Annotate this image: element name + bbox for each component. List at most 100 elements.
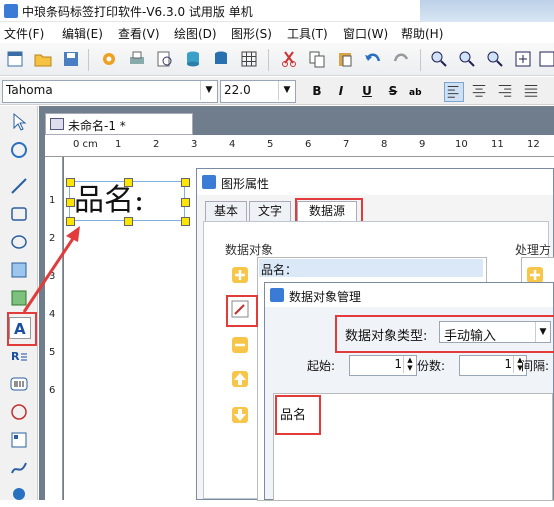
line-tool-icon[interactable]: [9, 176, 29, 196]
rotate-icon[interactable]: [9, 140, 29, 160]
dialog-header: 数据对象管理: [265, 283, 553, 307]
open-folder-icon[interactable]: [34, 50, 52, 68]
rich-text-tool-icon[interactable]: R: [9, 346, 29, 366]
underline-button[interactable]: U: [358, 82, 376, 100]
redo-icon[interactable]: [392, 50, 410, 68]
resize-handle[interactable]: [181, 198, 190, 207]
spinner-arrows-icon[interactable]: ▲ ▼: [403, 356, 416, 373]
menu-tools[interactable]: 工具(T): [287, 25, 328, 42]
resize-handle[interactable]: [66, 217, 75, 226]
settings-gear-icon[interactable]: [100, 50, 118, 68]
move-up-icon[interactable]: [230, 369, 250, 389]
remove-icon[interactable]: [230, 335, 250, 355]
ruler-tick-label: 6: [49, 385, 56, 396]
menu-window[interactable]: 窗口(W): [343, 25, 388, 42]
italic-button[interactable]: I: [332, 82, 350, 100]
chevron-down-icon[interactable]: ▼: [278, 81, 295, 100]
menu-shape[interactable]: 图形(S): [231, 25, 272, 42]
rectangle-tool-icon[interactable]: [9, 204, 29, 224]
image-tool-icon[interactable]: [9, 260, 29, 280]
tab-basic[interactable]: 基本: [205, 201, 247, 223]
zoom-in-icon[interactable]: [430, 50, 448, 68]
undo-icon[interactable]: [364, 50, 382, 68]
copies-spinner[interactable]: 1 ▲ ▼: [459, 355, 527, 376]
content-highlight: [275, 395, 321, 435]
start-spinner[interactable]: 1 ▲ ▼: [349, 355, 417, 376]
copies-value: 1: [504, 357, 512, 371]
strikethrough-button[interactable]: S: [384, 82, 402, 100]
tab-text[interactable]: 文字: [249, 201, 291, 223]
copy-icon[interactable]: [308, 50, 326, 68]
menu-help[interactable]: 帮助(H): [401, 25, 443, 42]
barcode-tool-icon[interactable]: [9, 374, 29, 394]
ruler-tick-label: 8: [381, 139, 388, 150]
start-label: 起始:: [307, 359, 336, 373]
ruler-tick-label: 11: [491, 139, 504, 150]
zoom-fit-icon[interactable]: [486, 50, 504, 68]
menu-view[interactable]: 查看(V): [118, 25, 160, 42]
selected-text-object[interactable]: 品名:: [66, 178, 190, 226]
interval-label: 间隔:: [521, 359, 550, 373]
zoom-out-icon[interactable]: [458, 50, 476, 68]
resize-handle[interactable]: [66, 198, 75, 207]
ruler-tick-label: 12: [527, 139, 540, 150]
resize-handle[interactable]: [181, 178, 190, 187]
save-icon[interactable]: [62, 50, 80, 68]
select-pointer-icon[interactable]: [9, 112, 29, 132]
format-toolbar: Tahoma ▼ 22.0 ▼ B I U S ab: [0, 77, 554, 105]
align-left-icon[interactable]: [444, 82, 464, 102]
font-family-select[interactable]: Tahoma ▼: [2, 80, 218, 103]
title-bar: 中琅条码标签打印软件-V6.3.0 试用版 单机: [0, 0, 554, 22]
database-icon[interactable]: [184, 50, 202, 68]
ruler-tick-label: 4: [229, 139, 236, 150]
bold-button[interactable]: B: [308, 82, 326, 100]
picture-tool-icon[interactable]: [9, 288, 29, 308]
dialog-icon: [202, 175, 216, 189]
more-tool-icon[interactable]: [9, 484, 29, 504]
add-icon[interactable]: [230, 265, 250, 285]
data-object-manager-dialog: 数据对象管理 数据对象类型: 手动输入 ▼ 起始: 1 ▲ ▼ 份数: 1 ▲ ▼ …: [264, 282, 554, 501]
start-value: 1: [394, 357, 402, 371]
print-preview-icon[interactable]: [156, 50, 174, 68]
align-center-icon[interactable]: [470, 82, 488, 100]
menu-edit[interactable]: 编辑(E): [62, 25, 103, 42]
align-justify-icon[interactable]: [522, 82, 540, 100]
database-config-icon[interactable]: [212, 50, 230, 68]
document-icon: [50, 118, 64, 130]
qrcode-tool-icon[interactable]: [9, 430, 29, 450]
resize-handle[interactable]: [124, 217, 133, 226]
font-size-value: 22.0: [224, 83, 251, 97]
resize-handle[interactable]: [124, 178, 133, 187]
horizontal-ruler: 0 cm 1 2 3 4 5 6 7 8 9 10 11 12: [45, 135, 554, 157]
cut-icon[interactable]: [280, 50, 298, 68]
grid-icon[interactable]: [240, 50, 258, 68]
ruler-tick-label: 6: [305, 139, 312, 150]
shape-tool-icon[interactable]: [9, 402, 29, 422]
menu-draw[interactable]: 绘图(D): [174, 25, 217, 42]
document-tab[interactable]: 未命名-1 *: [45, 113, 193, 135]
title-bar-background: [420, 0, 554, 22]
print-icon[interactable]: [128, 50, 146, 68]
chevron-down-icon[interactable]: ▼: [200, 81, 217, 100]
move-down-icon[interactable]: [230, 405, 250, 425]
ruler-tick-label: 5: [49, 347, 56, 358]
zoom-actual-icon[interactable]: [538, 50, 554, 68]
ruler-tick-label: 4: [49, 309, 56, 320]
ellipse-tool-icon[interactable]: [9, 232, 29, 252]
paste-icon[interactable]: [336, 50, 354, 68]
new-file-icon[interactable]: [6, 50, 24, 68]
font-size-select[interactable]: 22.0 ▼: [220, 80, 296, 103]
zoom-page-icon[interactable]: [514, 50, 532, 68]
resize-handle[interactable]: [181, 217, 190, 226]
text-tool-highlight: [7, 312, 37, 346]
char-spacing-icon[interactable]: ab: [408, 82, 426, 100]
list-item[interactable]: 品名：: [259, 259, 483, 277]
align-right-icon[interactable]: [496, 82, 514, 100]
app-icon: [4, 4, 18, 18]
dialog-header: 图形属性: [197, 169, 553, 195]
resize-handle[interactable]: [66, 178, 75, 187]
menu-file[interactable]: 文件(F): [4, 25, 44, 42]
curve-tool-icon[interactable]: [9, 458, 29, 478]
ruler-tick-label: 2: [49, 233, 56, 244]
document-tab-title: 未命名-1 *: [68, 119, 126, 133]
